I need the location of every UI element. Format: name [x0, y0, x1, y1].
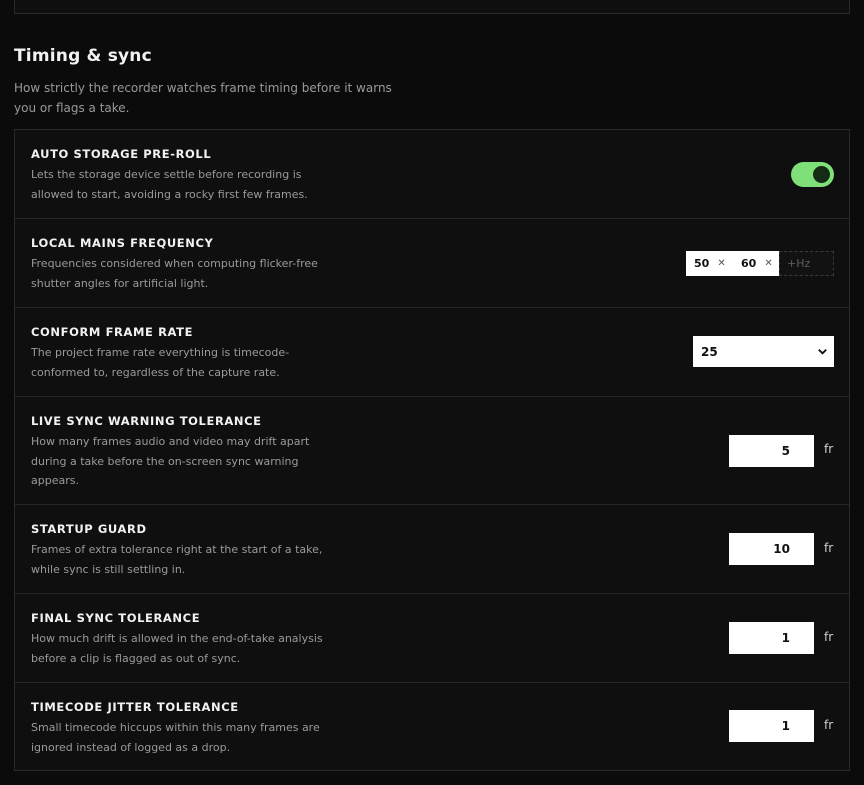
frequency-chip-50[interactable]: 50 ✕: [686, 251, 734, 276]
setting-title: AUTO STORAGE PRE-ROLL: [31, 147, 212, 161]
setting-title: STARTUP GUARD: [31, 522, 147, 536]
setting-title: TIMECODE JITTER TOLERANCE: [31, 700, 239, 714]
timecode-jitter-tolerance-input[interactable]: [729, 710, 814, 742]
close-icon[interactable]: ✕: [717, 258, 725, 269]
unit-label: fr: [824, 442, 834, 456]
setting-description: Lets the storage device settle before re…: [31, 168, 308, 201]
pre-roll-toggle[interactable]: [791, 162, 834, 187]
chip-label: 50: [694, 257, 710, 270]
setting-row-timecode-jitter-tolerance: TIMECODE JITTER TOLERANCE Small timecode…: [15, 683, 849, 770]
startup-guard-input[interactable]: [729, 533, 814, 565]
toggle-knob: [813, 166, 830, 183]
live-sync-tolerance-input[interactable]: [729, 435, 814, 467]
setting-description: Frames of extra tolerance right at the s…: [31, 543, 323, 576]
setting-row-final-sync-tolerance: FINAL SYNC TOLERANCE How much drift is a…: [15, 594, 849, 683]
final-sync-tolerance-input[interactable]: [729, 622, 814, 654]
setting-description: How many frames audio and video may drif…: [31, 435, 310, 487]
setting-title: LOCAL MAINS FREQUENCY: [31, 236, 214, 250]
chevron-down-icon: [818, 349, 827, 355]
setting-description: Small timecode hiccups within this many …: [31, 721, 320, 754]
setting-row-startup-guard: STARTUP GUARD Frames of extra tolerance …: [15, 505, 849, 594]
setting-description: Frequencies considered when computing fl…: [31, 257, 318, 290]
section-title: Timing & sync: [14, 46, 152, 66]
section-description: How strictly the recorder watches frame …: [14, 81, 392, 115]
unit-label: fr: [824, 718, 834, 732]
setting-row-local-mains-frequency: LOCAL MAINS FREQUENCY Frequencies consid…: [15, 219, 849, 308]
settings-card: AUTO STORAGE PRE-ROLL Lets the storage d…: [14, 129, 850, 771]
previous-section-card: [14, 0, 850, 14]
setting-row-auto-storage-pre-roll: AUTO STORAGE PRE-ROLL Lets the storage d…: [15, 130, 849, 219]
setting-title: LIVE SYNC WARNING TOLERANCE: [31, 414, 262, 428]
chip-label: 60: [741, 257, 757, 270]
setting-title: CONFORM FRAME RATE: [31, 325, 194, 339]
setting-row-live-sync-warning-tolerance: LIVE SYNC WARNING TOLERANCE How many fra…: [15, 397, 849, 505]
add-frequency-input[interactable]: [779, 251, 834, 276]
setting-description: The project frame rate everything is tim…: [31, 346, 290, 379]
setting-description: How much drift is allowed in the end-of-…: [31, 632, 323, 665]
unit-label: fr: [824, 541, 834, 555]
frame-rate-select[interactable]: 25: [693, 336, 834, 367]
unit-label: fr: [824, 630, 834, 644]
select-value: 25: [701, 344, 718, 359]
close-icon[interactable]: ✕: [764, 258, 772, 269]
frequency-chip-60[interactable]: 60 ✕: [733, 251, 781, 276]
setting-title: FINAL SYNC TOLERANCE: [31, 611, 201, 625]
setting-row-conform-frame-rate: CONFORM FRAME RATE The project frame rat…: [15, 308, 849, 397]
